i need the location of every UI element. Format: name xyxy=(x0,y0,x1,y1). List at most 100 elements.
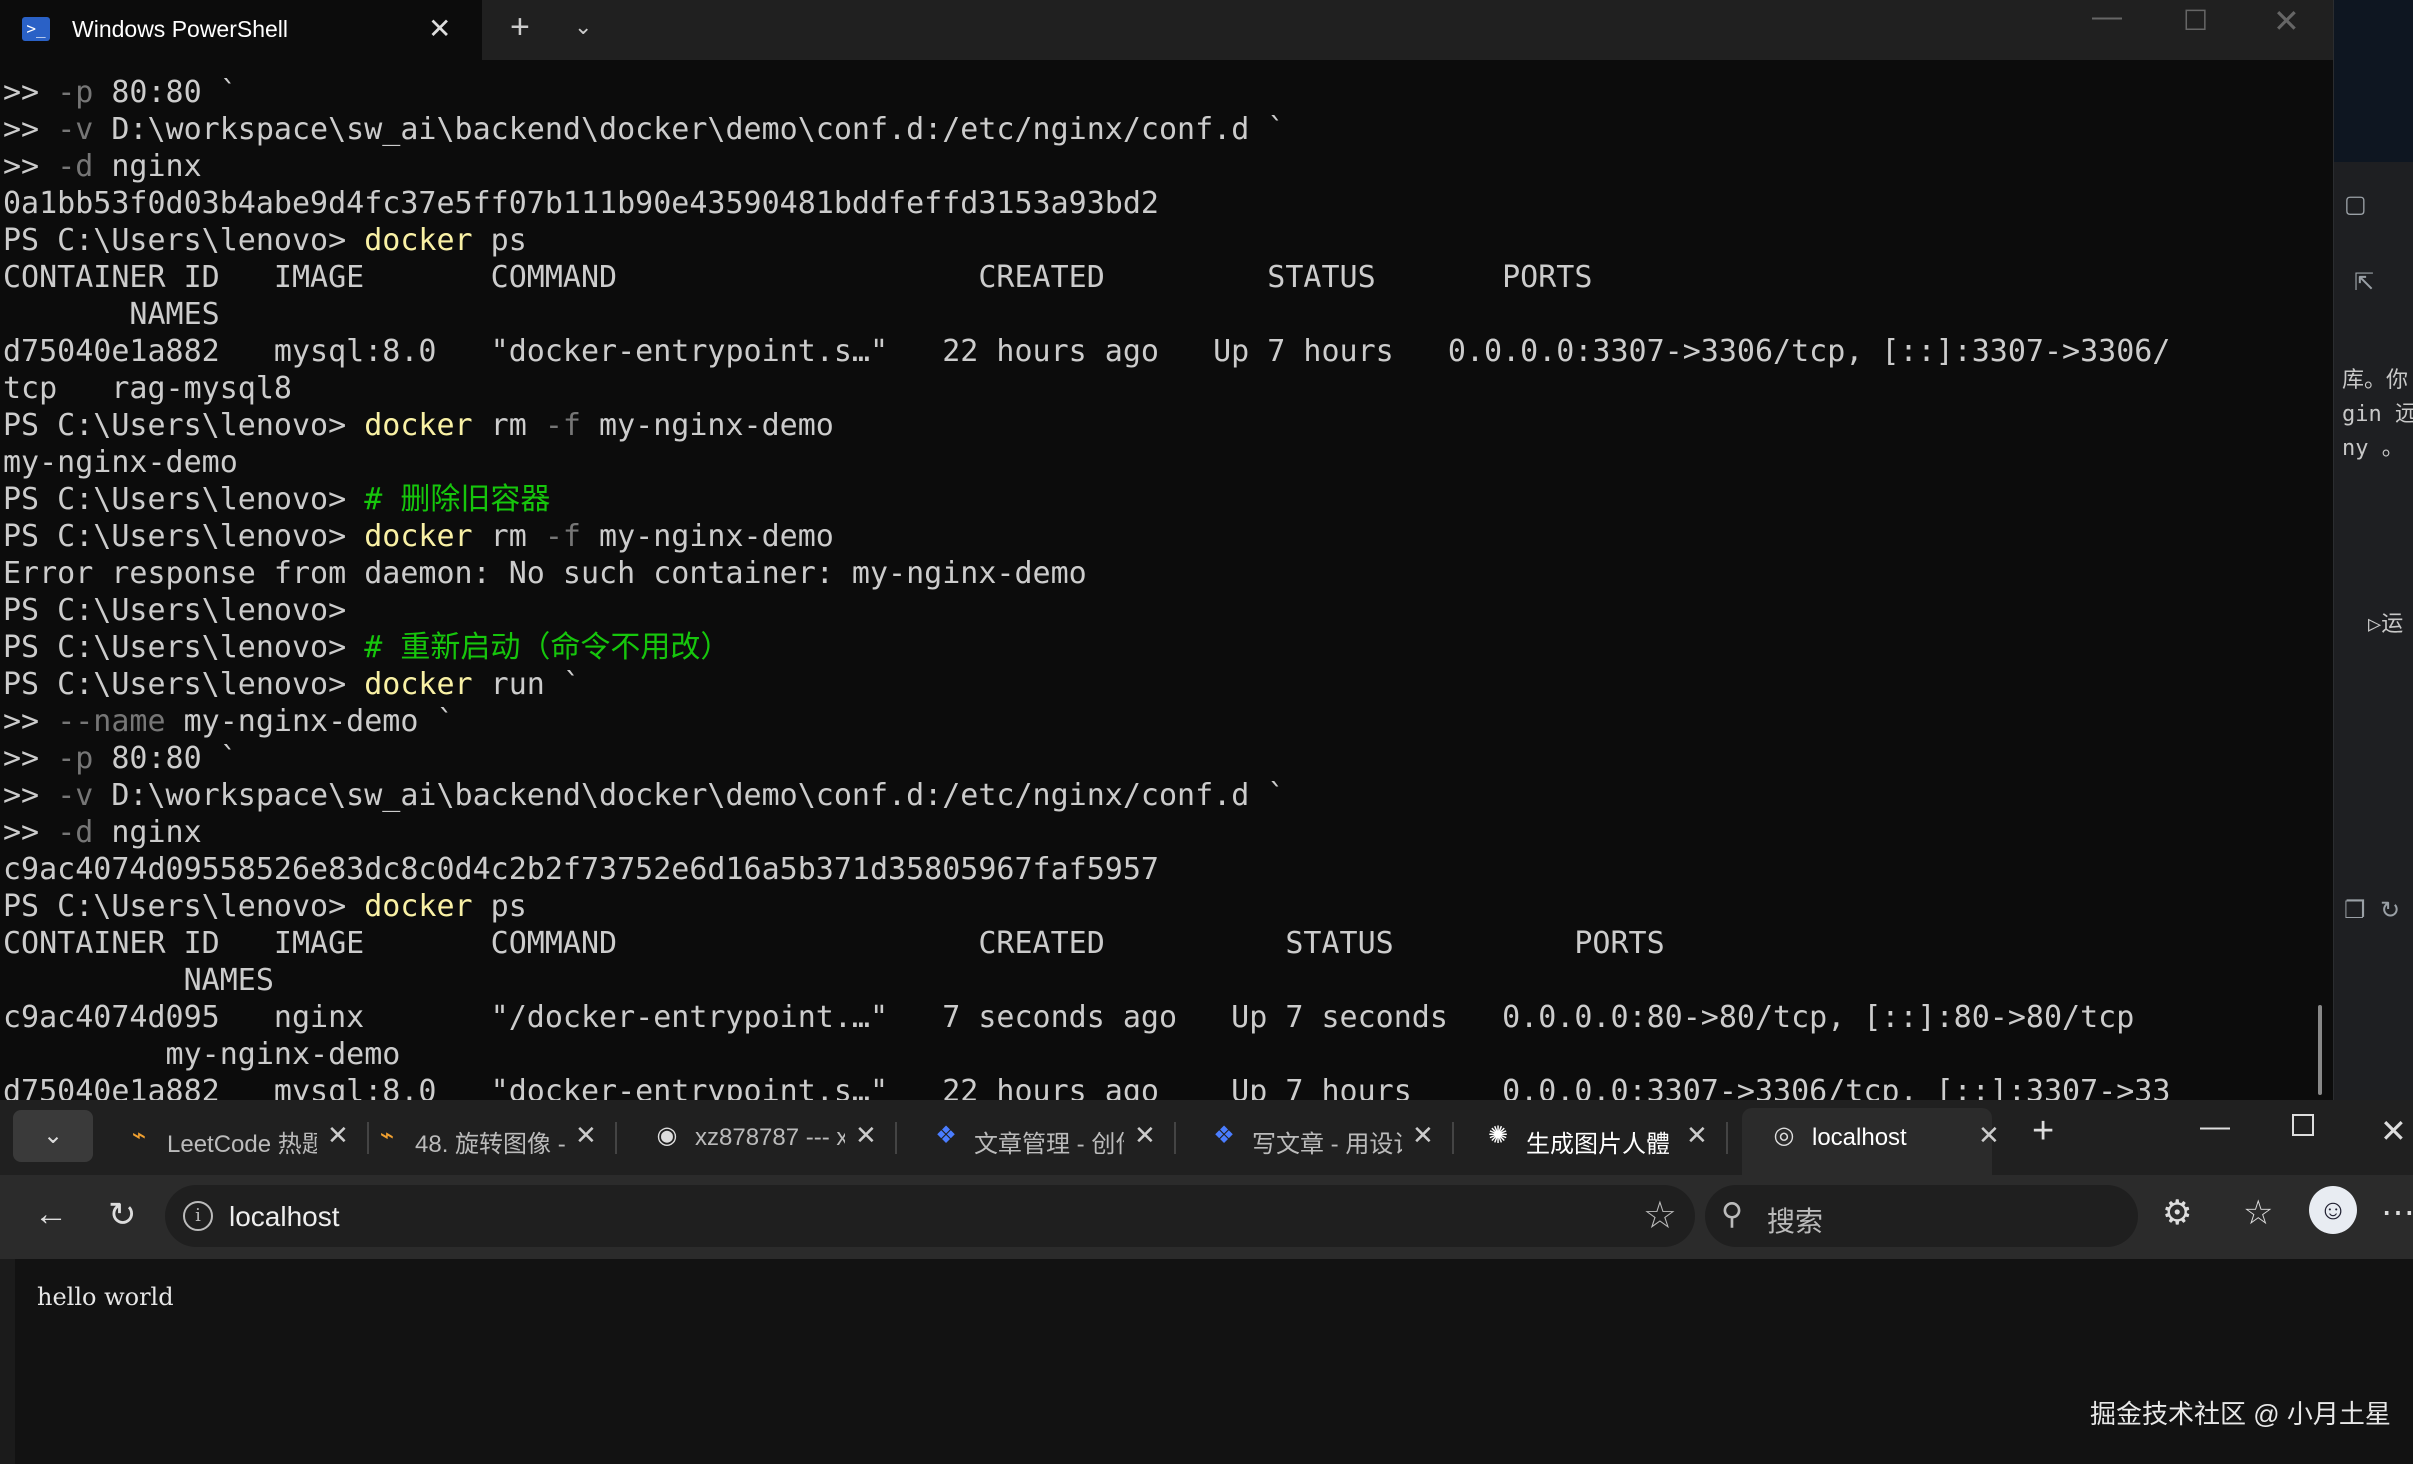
terminal-segment: -d xyxy=(57,149,94,184)
terminal-segment: run ` xyxy=(472,667,581,702)
juejin-icon: ❖ xyxy=(935,1122,957,1149)
address-bar[interactable]: i localhost ☆ xyxy=(165,1185,1695,1247)
terminal-segment: CONTAINER ID IMAGE COMMAND CREATED STATU… xyxy=(3,260,1593,295)
terminal-line: >> -p 80:80 ` xyxy=(3,74,2333,111)
terminal-segment: PS C:\Users\lenovo> xyxy=(3,889,365,924)
terminal-line: my-nginx-demo xyxy=(3,1036,2333,1073)
browser-tab[interactable]: ❖ 写文章 - 用设计 ✕ xyxy=(1210,1108,1460,1168)
terminal-segment: -f xyxy=(544,408,581,443)
terminal-segment: my-nginx-demo ` xyxy=(165,704,455,739)
terminal-segment: PS C:\Users\lenovo> xyxy=(3,630,365,665)
browser-tab[interactable]: ◉ xz878787 --- x ✕ xyxy=(653,1108,903,1168)
terminal-line: NAMES xyxy=(3,296,2333,333)
juejin-icon: ❖ xyxy=(1213,1122,1235,1149)
browser-tab[interactable]: ◎ localhost ✕ xyxy=(1770,1108,2020,1168)
close-tab-icon[interactable]: ✕ xyxy=(575,1120,597,1151)
close-tab-icon[interactable]: ✕ xyxy=(1412,1120,1434,1151)
terminal-line: >> -v D:\workspace\sw_ai\backend\docker\… xyxy=(3,777,2333,814)
terminal-segment: >> xyxy=(3,741,58,776)
terminal-output[interactable]: >> -p 80:80 ` >> -v D:\workspace\sw_ai\ba… xyxy=(3,74,2333,1100)
url-text[interactable]: localhost xyxy=(229,1201,340,1233)
browser-tab[interactable]: ❖ 文章管理 - 创作 ✕ xyxy=(932,1108,1182,1168)
terminal-segment: nginx xyxy=(93,149,202,184)
tab-separator xyxy=(367,1122,369,1154)
terminal-line: CONTAINER ID IMAGE COMMAND CREATED STATU… xyxy=(3,259,2333,296)
refresh-icon[interactable]: ↻ xyxy=(2380,896,2400,925)
terminal-line: >> -p 80:80 ` xyxy=(3,740,2333,777)
favorites-icon[interactable]: ☆ xyxy=(2243,1193,2273,1233)
close-tab-button[interactable]: ✕ xyxy=(428,12,451,45)
copy-icon[interactable]: ❐ xyxy=(2344,896,2366,925)
background-text-fragment: ny 。 xyxy=(2342,436,2404,461)
more-options-icon[interactable]: ⋯ xyxy=(2381,1193,2413,1233)
terminal-line: d75040e1a882 mysql:8.0 "docker-entrypoin… xyxy=(3,333,2333,370)
terminal-segment: docker xyxy=(364,519,473,554)
new-tab-button[interactable]: + xyxy=(510,8,530,47)
close-tab-icon[interactable]: ✕ xyxy=(1686,1120,1708,1151)
site-info-icon[interactable]: i xyxy=(183,1201,213,1231)
background-text-fragment: gin 远 xyxy=(2342,402,2413,427)
terminal-segment: PS C:\Users\lenovo> xyxy=(3,223,365,258)
terminal-line: PS C:\Users\lenovo> docker rm -f my-ngin… xyxy=(3,407,2333,444)
tab-label: 48. 旋转图像 - xyxy=(415,1131,565,1158)
tab-label: LeetCode 热题 xyxy=(167,1131,317,1158)
search-box[interactable]: ⚲ 搜索 xyxy=(1705,1185,2138,1247)
terminal-line: >> -v D:\workspace\sw_ai\backend\docker\… xyxy=(3,111,2333,148)
tab-label: localhost xyxy=(1812,1124,1907,1151)
terminal-line: PS C:\Users\lenovo> docker ps xyxy=(3,888,2333,925)
tab-separator xyxy=(1174,1122,1176,1154)
profile-avatar[interactable]: ☺ xyxy=(2309,1186,2357,1234)
terminal-segment: docker xyxy=(364,223,473,258)
terminal-line: PS C:\Users\lenovo> docker rm -f my-ngin… xyxy=(3,518,2333,555)
tab-separator xyxy=(895,1122,897,1154)
browser-tab[interactable]: ⌁ 48. 旋转图像 - ✕ xyxy=(373,1108,623,1168)
browser-tab[interactable]: ⌁ LeetCode 热题 ✕ xyxy=(125,1108,375,1168)
square-icon: ▢ xyxy=(2344,191,2367,218)
close-window-button[interactable]: ✕ xyxy=(2273,2,2300,40)
terminal-segment: D:\workspace\sw_ai\backend\docker\demo\c… xyxy=(93,112,1286,147)
terminal-segment: >> xyxy=(3,149,58,184)
run-button[interactable]: ▷运 xyxy=(2368,606,2403,638)
close-window-button[interactable]: ✕ xyxy=(2380,1112,2407,1150)
extensions-icon[interactable]: ⚙ xyxy=(2162,1193,2192,1233)
back-button[interactable]: ← xyxy=(34,1195,68,1234)
maximize-button[interactable] xyxy=(2292,1114,2314,1136)
terminal-segment: rm xyxy=(472,408,545,443)
refresh-button[interactable]: ↻ xyxy=(108,1195,137,1235)
terminal-line: PS C:\Users\lenovo> # 重新启动（命令不用改） xyxy=(3,629,2333,666)
terminal-segment: Error response from daemon: No such cont… xyxy=(3,556,1087,591)
close-tab-icon[interactable]: ✕ xyxy=(1134,1120,1156,1151)
close-tab-icon[interactable]: ✕ xyxy=(855,1120,877,1151)
terminal-segment: 80:80 ` xyxy=(93,741,238,776)
terminal-segment: PS C:\Users\lenovo> xyxy=(3,408,365,443)
tab-separator xyxy=(1726,1122,1728,1154)
tab-label: 生成图片人體 xyxy=(1526,1131,1670,1158)
minimize-button[interactable]: — xyxy=(2200,1110,2230,1144)
terminal-line: PS C:\Users\lenovo> # 删除旧容器 xyxy=(3,481,2333,518)
new-tab-button[interactable]: + xyxy=(2032,1110,2054,1153)
open-external-icon[interactable]: ⇱ xyxy=(2354,268,2374,297)
terminal-segment: my-nginx-demo xyxy=(3,1037,401,1072)
browser-tab[interactable]: ✺ 生成图片人體 ✕ xyxy=(1484,1108,1734,1168)
browser-tab-strip: ⌄ ⌁ LeetCode 热题 ✕ ⌁ 48. 旋转图像 - ✕ ◉ xz878787 ---… xyxy=(0,1100,2413,1175)
terminal-segment: # 重新启动（命令不用改） xyxy=(364,630,731,665)
minimize-button[interactable]: — xyxy=(2092,0,2122,34)
terminal-segment: PS C:\Users\lenovo> xyxy=(3,482,365,517)
terminal-segment: >> xyxy=(3,75,58,110)
maximize-button[interactable]: ☐ xyxy=(2183,4,2208,37)
terminal-segment: -v xyxy=(57,778,94,813)
powershell-icon: >_ xyxy=(22,17,50,41)
chevron-down-icon[interactable]: ⌄ xyxy=(574,14,592,40)
terminal-segment: docker xyxy=(364,667,473,702)
close-tab-icon[interactable]: ✕ xyxy=(1978,1120,2000,1151)
terminal-segment: CONTAINER ID IMAGE COMMAND CREATED STATU… xyxy=(3,926,1665,961)
background-app-window: ▢ ⇱ 库。你 gin 远 ny 。 ▷运 ❐ ↻ xyxy=(2333,0,2413,1100)
close-tab-icon[interactable]: ✕ xyxy=(327,1120,349,1151)
terminal-segment: nginx xyxy=(93,815,202,850)
terminal-segment: -p xyxy=(57,741,94,776)
terminal-scrollbar[interactable] xyxy=(2318,1005,2322,1095)
powershell-tab[interactable]: >_ Windows PowerShell ✕ xyxy=(0,0,482,60)
tab-actions-menu-button[interactable]: ⌄ xyxy=(13,1110,93,1162)
favorite-star-icon[interactable]: ☆ xyxy=(1643,1193,1677,1238)
terminal-segment: -f xyxy=(544,519,581,554)
